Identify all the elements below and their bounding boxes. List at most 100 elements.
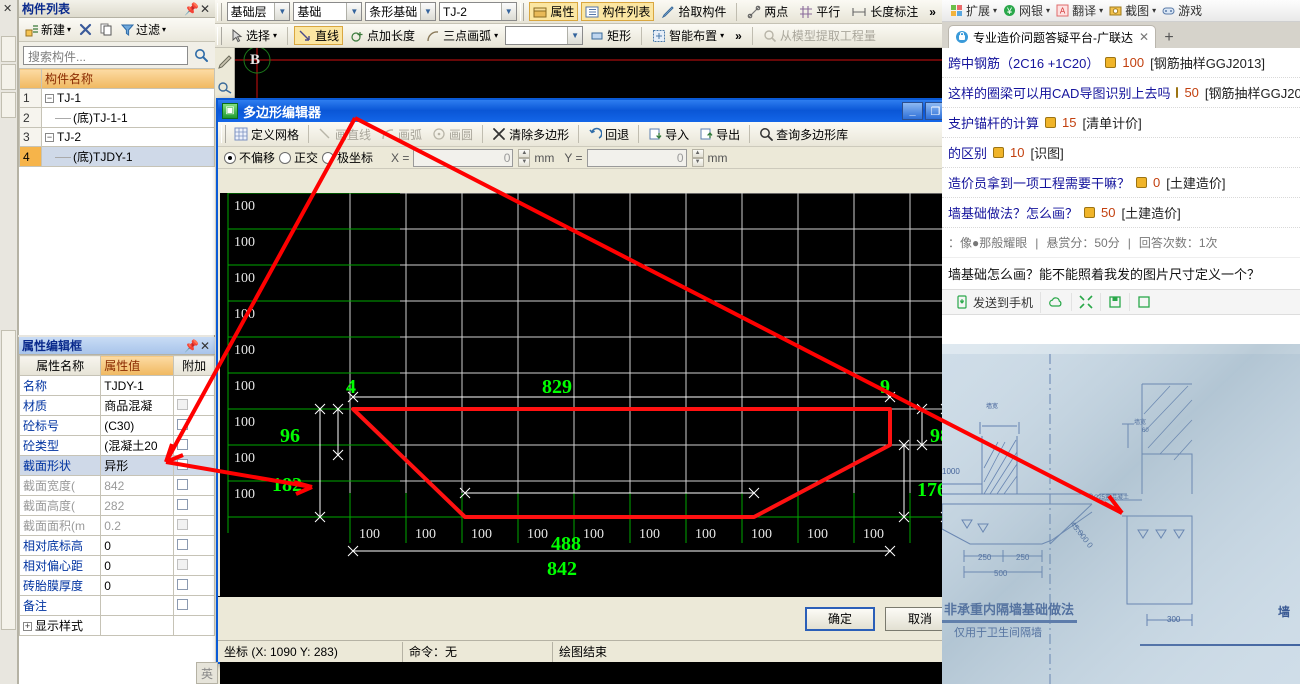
property-row[interactable]: 砼类型 (混凝土20 <box>18 435 215 456</box>
close-icon[interactable]: ✕ <box>198 339 212 353</box>
property-row[interactable]: 相对底标高 0 <box>18 535 215 556</box>
rectangle-tool-button[interactable]: 矩形 <box>586 26 635 45</box>
y-spinner[interactable]: ▲ ▼ <box>691 148 704 167</box>
send-to-phone-button[interactable]: 发送到手机 <box>948 291 1042 313</box>
attach-checkbox[interactable] <box>177 578 189 590</box>
attach-checkbox[interactable] <box>177 478 189 490</box>
toolbar-grip[interactable] <box>217 26 222 45</box>
property-button[interactable]: 属性 <box>529 2 579 21</box>
delete-component-button[interactable] <box>77 22 94 37</box>
property-attach[interactable] <box>173 395 215 416</box>
more-button[interactable] <box>1130 293 1158 311</box>
property-attach[interactable] <box>173 375 215 396</box>
pick-component-button[interactable]: 拾取构件 <box>657 2 730 21</box>
table-row-selected[interactable]: 4 (底)TJDY-1 <box>19 146 215 167</box>
strip-cell-3[interactable] <box>1 92 16 118</box>
list-item[interactable]: 墙基础做法？怎么画？ 50 [土建造价] <box>942 198 1300 228</box>
close-icon[interactable]: ✕ <box>198 2 212 16</box>
new-tab-button[interactable]: + <box>1156 28 1182 48</box>
property-row[interactable]: 材质 商品混凝 <box>18 395 215 416</box>
ime-indicator[interactable]: 英 <box>196 662 218 684</box>
attach-checkbox[interactable] <box>177 538 189 550</box>
chevron-down-icon[interactable]: ▼ <box>274 3 290 20</box>
blueprint-photo[interactable]: 非承重内隔墙基础做法 仅用于卫生间隔墙 250 250 500 1000 300… <box>942 344 1300 684</box>
pen-tool-icon[interactable] <box>217 54 233 73</box>
attach-checkbox[interactable] <box>177 438 189 450</box>
toolbar-grip[interactable] <box>519 2 525 21</box>
property-attach[interactable] <box>173 455 215 476</box>
parallel-button[interactable]: 平行 <box>795 2 844 21</box>
attach-checkbox[interactable] <box>177 458 189 470</box>
property-attach[interactable] <box>173 595 215 616</box>
property-attach[interactable] <box>173 575 215 596</box>
combo-category[interactable]: 基础 ▼ <box>293 2 363 21</box>
list-item[interactable]: 造价员拿到一项工程需要干嘛？ 0 [土建造价] <box>942 168 1300 198</box>
fullscreen-button[interactable] <box>1072 293 1102 311</box>
list-item[interactable]: 支护锚杆的计算 15 [清单计价] <box>942 108 1300 138</box>
combo-type[interactable]: 条形基础 ▼ <box>365 2 436 21</box>
chevron-down-icon[interactable]: ▼ <box>500 3 516 20</box>
row-name-cell[interactable]: − TJ-2 <box>41 127 215 147</box>
question-title[interactable]: 造价员拿到一项工程需要干嘛？ <box>948 173 1130 192</box>
define-grid-button[interactable]: 定义网格 <box>230 125 303 144</box>
search-input[interactable]: 搜索构件... <box>23 45 188 65</box>
property-value[interactable]: 商品混凝 <box>100 395 175 416</box>
question-title[interactable]: 支护锚杆的计算 <box>948 113 1039 132</box>
property-attach[interactable] <box>173 475 215 496</box>
undo-button[interactable]: 回退 <box>584 125 633 144</box>
attach-checkbox[interactable] <box>177 518 189 530</box>
query-polygon-library-button[interactable]: 查询多边形库 <box>755 125 852 144</box>
game-button[interactable]: 游戏 <box>1162 2 1202 19</box>
cloud-button[interactable] <box>1041 293 1073 311</box>
toolbar-overflow-icon[interactable]: » <box>731 29 746 43</box>
export-button[interactable]: 导出 <box>695 125 744 144</box>
table-row[interactable]: 2 (底)TJ-1-1 <box>19 107 215 128</box>
chevron-down-icon[interactable]: ▼ <box>419 3 435 20</box>
property-row[interactable]: 砖胎膜厚度 0 <box>18 575 215 596</box>
property-attach[interactable] <box>173 415 215 436</box>
radio-ortho[interactable]: 正交 <box>279 149 318 166</box>
x-spinner[interactable]: ▲ ▼ <box>518 148 531 167</box>
copy-component-button[interactable] <box>98 22 115 37</box>
list-item[interactable]: 的区别 10 [识图] <box>942 138 1300 168</box>
property-value[interactable] <box>100 595 175 616</box>
clear-polygon-button[interactable]: 清除多边形 <box>488 125 573 144</box>
two-points-button[interactable]: 两点 <box>743 2 792 21</box>
pin-icon[interactable]: 📌 <box>184 339 199 353</box>
component-list-button[interactable]: 构件列表 <box>581 2 655 21</box>
display-style-cell[interactable]: + 显示样式 <box>18 615 102 636</box>
radio-icon[interactable] <box>322 151 335 164</box>
tree-collapse-icon[interactable]: − <box>45 133 54 143</box>
minimize-icon[interactable]: _ <box>902 102 923 120</box>
property-expander-row[interactable]: + 显示样式 <box>18 615 215 636</box>
line-tool-button[interactable]: 直线 <box>294 26 344 45</box>
toolbar-grip[interactable] <box>217 2 222 21</box>
property-attach[interactable] <box>173 535 215 556</box>
save-button[interactable] <box>1101 293 1131 311</box>
close-icon[interactable]: ✕ <box>1137 30 1151 44</box>
strip-cell-1[interactable] <box>1 36 16 62</box>
property-attach[interactable] <box>173 555 215 576</box>
combo-blank[interactable]: ▼ <box>505 26 584 45</box>
property-value[interactable]: TJDY-1 <box>100 375 175 396</box>
property-row[interactable]: 砼标号 (C30) <box>18 415 215 436</box>
question-title[interactable]: 墙基础做法？怎么画？ <box>948 203 1078 222</box>
smart-layout-button[interactable]: 智能布置 ▾ <box>648 26 728 45</box>
translate-button[interactable]: A 翻译 ▾ <box>1056 2 1103 19</box>
table-row[interactable]: 3 − TJ-2 <box>19 127 215 147</box>
extract-quantity-button[interactable]: 从模型提取工程量 <box>759 26 880 45</box>
y-input[interactable]: 0 <box>586 148 687 167</box>
new-component-button[interactable]: 新建 ▾ <box>23 20 73 39</box>
filter-button[interactable]: 过滤 ▾ <box>119 20 168 39</box>
row-name-cell[interactable]: (底)TJDY-1 <box>41 146 215 167</box>
three-point-arc-button[interactable]: 三点画弧 ▾ <box>422 26 502 45</box>
chevron-down-icon[interactable]: ▼ <box>567 27 583 44</box>
property-row[interactable]: 截面高度( 282 <box>18 495 215 516</box>
import-button[interactable]: 导入 <box>644 125 693 144</box>
attach-checkbox[interactable] <box>177 498 189 510</box>
property-value[interactable]: 0 <box>100 535 175 556</box>
strip-cell-4[interactable] <box>1 330 16 630</box>
question-title[interactable]: 的区别 <box>948 143 987 162</box>
strip-cell-2[interactable] <box>1 64 16 90</box>
chevron-down-icon[interactable]: ▼ <box>346 3 362 20</box>
